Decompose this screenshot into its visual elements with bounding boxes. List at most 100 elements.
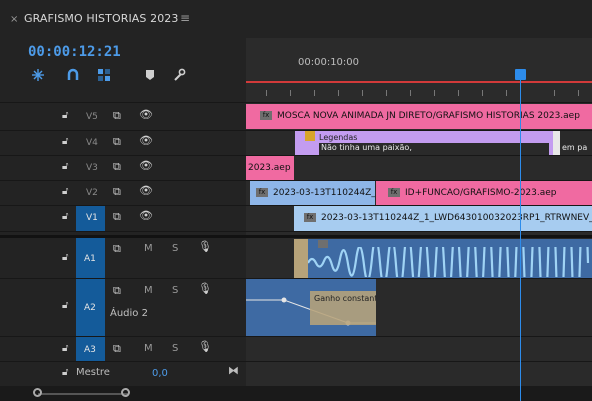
lock-icon[interactable]: 🔓︎	[62, 211, 68, 222]
clip-a1[interactable]	[294, 239, 592, 278]
ruler-tick	[314, 90, 315, 96]
row-divider	[0, 231, 592, 232]
fx-badge: fx	[256, 188, 268, 197]
ruler-tick	[458, 90, 459, 96]
audio-waveform	[308, 247, 590, 277]
microphone-icon[interactable]: 🎙︎	[198, 240, 212, 253]
track-label-a3[interactable]: A3	[84, 345, 96, 355]
mute-button[interactable]: M	[144, 343, 153, 354]
track-name-a2[interactable]: Áudio 2	[110, 308, 148, 319]
playhead-timecode[interactable]: 00:00:12:21	[28, 44, 121, 60]
lock-icon[interactable]: 🔓︎	[62, 136, 68, 147]
lock-icon[interactable]: 🔓︎	[62, 161, 68, 172]
mute-button[interactable]: M	[144, 285, 153, 296]
sync-lock-icon[interactable]: ⧉	[113, 342, 121, 356]
caption-text: Não tinha uma paixão,	[321, 143, 412, 152]
snap-magnet-icon[interactable]	[66, 68, 80, 82]
track-label-a1[interactable]: A1	[84, 254, 96, 264]
track-label-v4[interactable]: V4	[86, 138, 98, 148]
ruler-tick	[482, 90, 483, 96]
eye-icon[interactable]: 👁︎	[139, 108, 153, 121]
ruler-time-label: 00:00:10:00	[298, 57, 360, 68]
microphone-icon[interactable]: 🎙︎	[198, 282, 212, 295]
row-divider	[0, 155, 592, 156]
clip-v4-next[interactable]: em pa	[553, 131, 592, 155]
playhead-handle[interactable]	[515, 69, 526, 80]
track-label-a2[interactable]: A2	[84, 303, 96, 313]
sync-lock-icon[interactable]: ⧉	[113, 160, 121, 174]
clip-label: 2023.aep	[248, 163, 291, 173]
clip-a2[interactable]: Ganho constant	[246, 279, 376, 336]
add-marker-icon[interactable]	[143, 68, 157, 82]
sync-lock-icon[interactable]: ⧉	[113, 210, 121, 224]
clip-v5[interactable]: fx MOSCA NOVA ANIMADA JN DIRETO/GRAFISMO …	[246, 104, 592, 129]
lock-icon[interactable]: 🔓︎	[62, 252, 68, 263]
audio-transition[interactable]	[294, 239, 308, 278]
solo-button[interactable]: S	[172, 285, 178, 296]
clip-label: ID+FUNCAO/GRAFISMO-2023.aep	[405, 188, 557, 198]
lock-icon[interactable]: 🔓︎	[62, 300, 68, 311]
mute-button[interactable]: M	[144, 243, 153, 254]
eye-icon[interactable]: 👁︎	[139, 134, 153, 147]
lock-icon[interactable]: 🔓︎	[62, 367, 68, 378]
ruler-tick	[290, 90, 291, 96]
ruler-tick	[554, 90, 555, 96]
go-to-end-icon[interactable]: ⧓	[228, 364, 239, 377]
zoom-handle-right[interactable]	[121, 388, 130, 397]
clip-label: 2023-03-13T110244Z_1_LWD643010032023RP1_…	[321, 213, 592, 223]
ruler-tick	[338, 90, 339, 96]
wrench-icon[interactable]	[172, 68, 186, 82]
track-label-v3[interactable]: V3	[86, 163, 98, 173]
eye-icon[interactable]: 👁︎	[139, 184, 153, 197]
zoom-handle-left[interactable]	[33, 388, 42, 397]
sync-lock-icon[interactable]: ⧉	[113, 284, 121, 298]
master-volume-value[interactable]: 0,0	[152, 368, 168, 379]
fx-badge	[305, 131, 315, 141]
eye-icon[interactable]: 👁︎	[139, 159, 153, 172]
ruler-tick	[386, 90, 387, 96]
fx-badge: fx	[260, 111, 272, 120]
track-label-v1[interactable]: V1	[86, 213, 98, 223]
nest-sequence-icon[interactable]	[31, 68, 45, 82]
eye-icon[interactable]: 👁︎	[139, 209, 153, 222]
close-icon[interactable]: ×	[10, 14, 18, 25]
clip-v4-legendas[interactable]: Legendas Não tinha uma paixão,	[295, 131, 553, 155]
ruler-tick	[266, 90, 267, 96]
ruler-tick	[362, 90, 363, 96]
clip-label: MOSCA NOVA ANIMADA JN DIRETO/GRAFISMO HI…	[277, 111, 580, 121]
row-divider	[0, 361, 592, 362]
sequence-tab-title[interactable]: GRAFISMO HISTORIAS 2023	[24, 12, 179, 25]
clip-v2-a[interactable]: fx 2023-03-13T110244Z_1	[250, 181, 375, 205]
clip-label: 2023-03-13T110244Z_1	[273, 188, 375, 198]
sync-lock-icon[interactable]: ⧉	[113, 242, 121, 256]
lock-icon[interactable]: 🔓︎	[62, 343, 68, 354]
row-divider	[0, 102, 592, 103]
clip-v3[interactable]: 2023.aep	[246, 156, 294, 180]
playhead-line[interactable]	[520, 80, 521, 401]
ruler-tick	[506, 90, 507, 96]
work-area-bar[interactable]	[246, 81, 592, 83]
fx-badge: fx	[388, 188, 400, 197]
transition-label: Ganho constant	[314, 294, 376, 303]
clip-v2-b[interactable]: fx ID+FUNCAO/GRAFISMO-2023.aep	[376, 181, 592, 205]
track-label-v2[interactable]: V2	[86, 188, 98, 198]
clip-edge	[553, 131, 560, 155]
sync-lock-icon[interactable]: ⧉	[113, 109, 121, 123]
lock-icon[interactable]: 🔓︎	[62, 110, 68, 121]
lock-icon[interactable]: 🔓︎	[62, 186, 68, 197]
panel-menu-icon[interactable]: ≡	[180, 11, 190, 25]
fx-badge: fx	[304, 213, 316, 222]
linked-selection-icon[interactable]	[97, 68, 111, 82]
sync-lock-icon[interactable]: ⧉	[113, 135, 121, 149]
solo-button[interactable]: S	[172, 243, 178, 254]
master-track-label: Mestre	[76, 367, 110, 378]
clip-v1[interactable]: fx 2023-03-13T110244Z_1_LWD643010032023RP…	[294, 206, 592, 231]
time-ruler[interactable]	[246, 38, 592, 102]
track-label-v5[interactable]: V5	[86, 112, 98, 122]
ruler-tick	[578, 90, 579, 96]
microphone-icon[interactable]: 🎙︎	[198, 340, 212, 353]
scroll-track[interactable]	[38, 393, 128, 395]
solo-button[interactable]: S	[172, 343, 178, 354]
ruler-tick	[434, 90, 435, 96]
sync-lock-icon[interactable]: ⧉	[113, 185, 121, 199]
